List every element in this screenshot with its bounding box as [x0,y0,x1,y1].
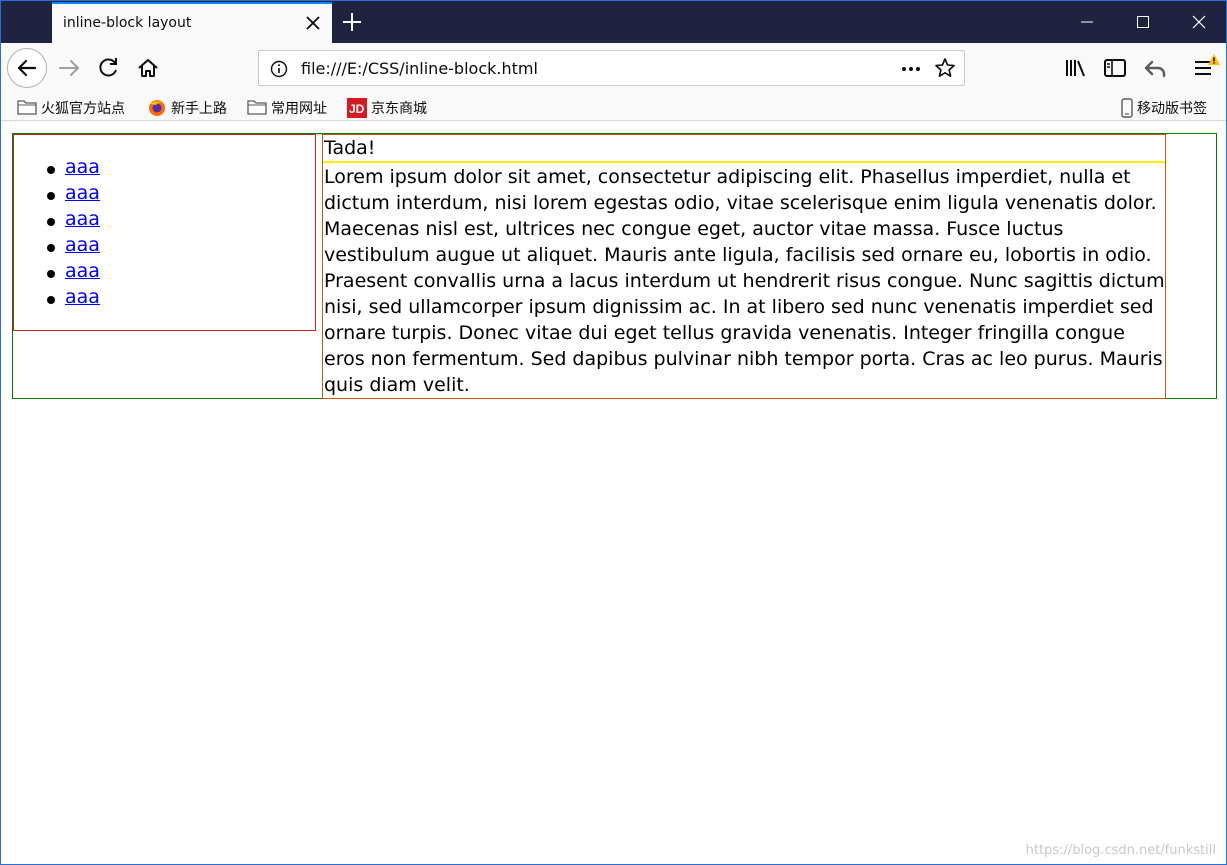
nav-link[interactable]: aaa [65,260,100,282]
page-content: aaa aaa aaa aaa aaa aaa Tada! Lorem ipsu… [1,122,1226,864]
tab-close-icon[interactable] [302,12,324,34]
article-paragraph: Lorem ipsum dolor sit amet, consectetur … [324,166,1165,396]
url-bar[interactable]: file:///E:/CSS/inline-block.html [258,50,965,86]
home-icon[interactable] [131,51,165,85]
tab-title: inline-block layout [63,15,192,31]
nav-link[interactable]: aaa [65,234,100,256]
url-text[interactable]: file:///E:/CSS/inline-block.html [301,59,538,78]
bookmarks-toolbar: 火狐官方站点 新手上路 常用网址 JD 京东商城 移动版书签 [1,93,1226,121]
article-box: Tada! Lorem ipsum dolor sit amet, consec… [322,134,1166,399]
tab-active[interactable]: inline-block layout [52,2,332,43]
navigation-toolbar: file:///E:/CSS/inline-block.html [1,43,1226,93]
info-icon[interactable] [269,59,289,83]
folder-icon [247,98,267,120]
mobile-phone-icon [1121,98,1133,122]
watermark: https://blog.csdn.net/funkstill [1025,843,1216,858]
forward-button[interactable] [53,51,87,85]
new-tab-icon[interactable] [339,9,365,35]
nav-link[interactable]: aaa [65,208,100,230]
article-heading: Tada! [323,135,1165,163]
jd-icon: JD [347,98,367,122]
nav-link[interactable]: aaa [65,156,100,178]
container: aaa aaa aaa aaa aaa aaa Tada! Lorem ipsu… [12,133,1217,399]
reload-icon[interactable] [91,51,125,85]
nav-link[interactable]: aaa [65,182,100,204]
firefox-icon [147,98,167,122]
browser-window: inline-block layout file:///E:/CSS/inlin… [0,0,1227,865]
maximize-icon[interactable] [1115,1,1171,43]
library-icon[interactable] [1059,51,1093,85]
svg-text:JD: JD [349,102,365,116]
bookmark-star-icon[interactable] [934,57,956,83]
undo-icon[interactable] [1138,51,1172,85]
sidebar-icon[interactable] [1098,51,1132,85]
page-actions-icon[interactable] [899,59,923,83]
minimize-icon[interactable] [1059,1,1115,43]
menu-icon[interactable] [1186,51,1220,85]
nav-link[interactable]: aaa [65,286,100,308]
close-window-icon[interactable] [1171,1,1227,43]
nav-box: aaa aaa aaa aaa aaa aaa [13,134,316,331]
folder-icon [17,98,37,120]
back-button[interactable] [7,48,47,88]
tab-bar: inline-block layout [1,1,1226,43]
